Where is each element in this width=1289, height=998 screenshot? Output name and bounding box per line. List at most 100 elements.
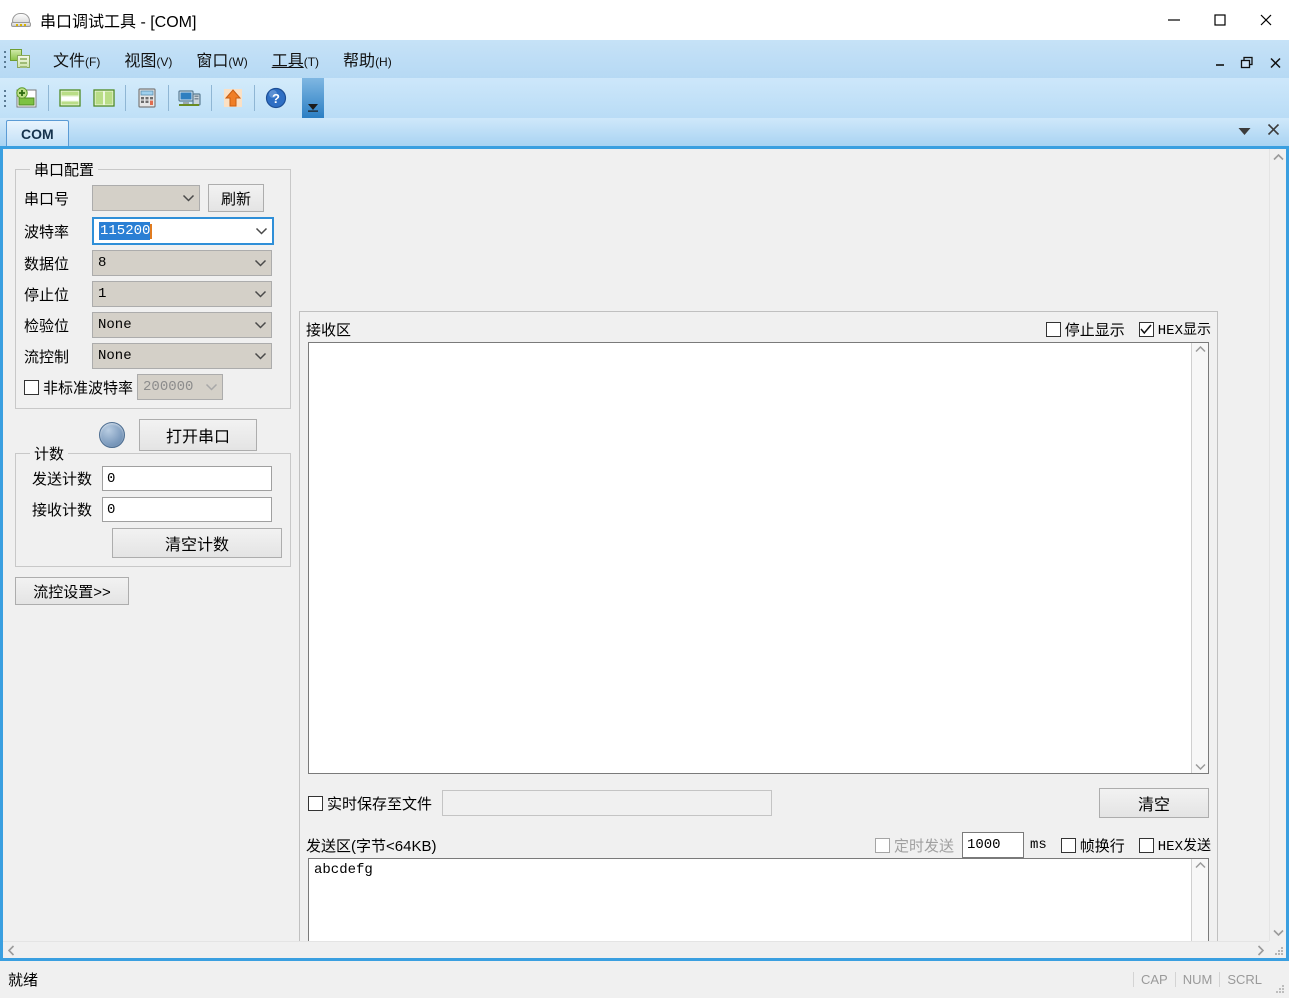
menubar-grip[interactable] [0,40,10,78]
chevron-down-icon [253,256,267,270]
toolbar-separator [125,85,126,111]
menu-tools[interactable]: 工具(T) [263,44,328,74]
vertical-tile-icon[interactable] [87,81,121,115]
menu-file[interactable]: 文件(F) [44,44,109,74]
refresh-button[interactable]: 刷新 [208,184,264,212]
chevron-down-icon [253,318,267,332]
parity-label: 检验位 [24,315,92,336]
maximize-button[interactable] [1197,0,1243,40]
toolbar-grip[interactable] [0,79,10,117]
receive-scrollbar[interactable] [1191,343,1208,773]
port-label: 串口号 [24,188,92,209]
status-bar: 就绪 CAP NUM SCRL [0,961,1289,998]
scroll-up-icon[interactable] [1270,149,1286,166]
open-port-button[interactable]: 打开串口 [139,419,257,451]
menu-window[interactable]: 窗口(W) [187,44,256,74]
scroll-down-icon[interactable] [1270,924,1286,941]
scroll-up-icon[interactable] [1195,862,1206,869]
counter-groupbox: 计数 发送计数 0 接收计数 0 清空计数 [15,443,291,567]
menu-help[interactable]: 帮助(H) [334,44,401,74]
tab-com[interactable]: COM [6,120,69,146]
menu-view-mnemonic: (V) [156,55,172,69]
mdi-restore-button[interactable] [1240,56,1255,70]
baudrate-label: 波特率 [24,221,92,242]
monitor-icon[interactable] [173,81,207,115]
stopbits-row: 停止位 1 [24,281,282,307]
flow-settings-label: 流控设置>> [33,581,111,602]
window-resize-grip[interactable] [1274,983,1286,995]
receive-header: 接收区 停止显示 HEX显示 [300,316,1217,342]
parity-select[interactable]: None [92,312,272,338]
tab-list-dropdown-icon[interactable] [1237,123,1252,141]
mdi-resize-corner[interactable] [1269,941,1286,958]
flowcontrol-select[interactable]: None [92,343,272,369]
flow-settings-button[interactable]: 流控设置>> [15,577,129,605]
status-num: NUM [1175,972,1220,987]
custom-baud-value: 200000 [143,379,193,395]
databits-label: 数据位 [24,253,92,274]
menu-help-label: 帮助 [343,53,375,70]
mdi-vertical-scrollbar[interactable] [1269,149,1286,941]
custom-baud-checkbox[interactable] [24,380,39,395]
stopbits-select[interactable]: 1 [92,281,272,307]
send-header: 发送区(字节<64KB) 定时发送 1000 ms 帧换行 HEX发送 [300,832,1217,858]
scroll-right-icon[interactable] [1252,942,1269,958]
hex-send-checkbox[interactable] [1139,838,1154,853]
help-icon[interactable]: ? [259,81,293,115]
clear-receive-button[interactable]: 清空 [1099,788,1209,818]
parity-row: 检验位 None [24,312,282,338]
toolbar-overflow-button[interactable] [302,78,324,118]
close-button[interactable] [1243,0,1289,40]
send-interval-input[interactable]: 1000 [962,832,1024,858]
svg-text:?: ? [272,91,280,106]
save-file-path-input[interactable] [442,790,772,816]
hex-display-checkbox[interactable] [1139,322,1154,337]
counter-legend: 计数 [30,443,68,464]
menu-view[interactable]: 视图(V) [115,44,181,74]
tab-close-icon[interactable] [1266,122,1281,142]
toolbar-separator [168,85,169,111]
open-port-label: 打开串口 [166,423,230,447]
serial-config-legend: 串口配置 [30,159,98,180]
flowcontrol-label: 流控制 [24,346,92,367]
timed-send-checkbox[interactable] [875,838,890,853]
send-count-field[interactable]: 0 [102,466,272,491]
scroll-up-icon[interactable] [1195,346,1206,353]
stopbits-label: 停止位 [24,284,92,305]
send-interval-value: 1000 [967,837,1001,853]
recv-count-field[interactable]: 0 [102,497,272,522]
port-status-led-icon [99,422,125,448]
databits-select[interactable]: 8 [92,250,272,276]
tabbar-actions [1237,122,1281,142]
menu-file-label: 文件 [53,53,85,70]
scroll-left-icon[interactable] [3,942,20,958]
menu-tools-label: 工具 [272,53,304,70]
mdi-window-controls [1214,56,1283,70]
serial-config-panel: 串口配置 串口号 刷新 波特率 [15,159,291,605]
minimize-button[interactable] [1151,0,1197,40]
calculator-icon[interactable] [130,81,164,115]
recv-count-value: 0 [107,502,115,518]
mdi-close-button[interactable] [1268,56,1283,70]
horizontal-tile-icon[interactable] [53,81,87,115]
mdi-horizontal-scrollbar[interactable] [3,941,1269,958]
status-cap: CAP [1133,972,1175,987]
port-select[interactable] [92,185,200,211]
custom-baud-select[interactable]: 200000 [137,374,223,400]
receive-textarea[interactable] [308,342,1209,774]
baudrate-value: 115200 [99,222,150,240]
stop-display-checkbox[interactable] [1046,322,1061,337]
send-content: abcdefg [314,862,373,878]
scroll-down-icon[interactable] [1195,763,1206,770]
clear-receive-label: 清空 [1138,791,1170,815]
new-connection-icon[interactable] [10,81,44,115]
baudrate-select[interactable]: 115200 [92,217,274,245]
upload-icon[interactable] [216,81,250,115]
frame-newline-checkbox[interactable] [1061,838,1076,853]
mdi-minimize-button[interactable] [1214,57,1227,69]
send-interval-unit: ms [1030,837,1047,853]
stopbits-value: 1 [98,286,106,302]
clear-counter-button[interactable]: 清空计数 [112,528,282,558]
status-message: 就绪 [8,969,38,990]
save-file-checkbox[interactable] [308,796,323,811]
